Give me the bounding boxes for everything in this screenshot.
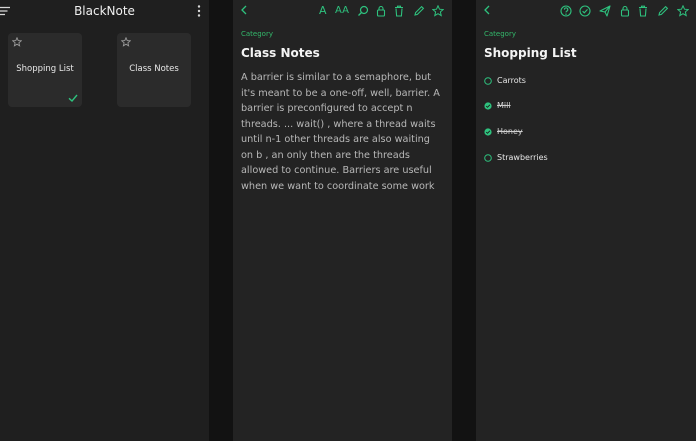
checklist-item-label: Mill <box>497 101 511 110</box>
star-icon[interactable] <box>12 37 22 47</box>
font-icon[interactable]: A <box>319 5 331 17</box>
more-vert-icon[interactable] <box>194 4 204 18</box>
checked-circle-icon[interactable] <box>484 102 492 110</box>
checkmark-icon <box>68 94 78 103</box>
checklist-item-label: Strawberries <box>497 153 548 162</box>
lock-icon[interactable] <box>619 5 631 17</box>
delete-icon[interactable] <box>637 5 649 17</box>
font-size-icon[interactable]: AA <box>335 5 351 17</box>
unchecked-circle-icon[interactable] <box>484 77 492 85</box>
checklist-item[interactable]: Strawberries <box>484 153 684 165</box>
checklist-item[interactable]: Mill <box>484 101 684 113</box>
checklist-item-label: Carrots <box>497 76 526 85</box>
checked-circle-icon[interactable] <box>484 128 492 136</box>
send-icon[interactable] <box>599 5 611 17</box>
checklist-item[interactable]: Honey <box>484 127 684 139</box>
help-icon[interactable] <box>560 5 572 17</box>
checklist-title[interactable]: Shopping List <box>484 46 577 60</box>
star-icon[interactable] <box>121 37 131 47</box>
note-category[interactable]: Category <box>241 30 273 38</box>
back-icon[interactable] <box>481 4 493 16</box>
star-icon[interactable] <box>432 5 444 17</box>
note-card-shopping-list[interactable]: Shopping List <box>8 33 82 107</box>
note-screen: A AA Category Class Notes A barrier is s… <box>233 0 452 441</box>
checklist-category[interactable]: Category <box>484 30 516 38</box>
edit-icon[interactable] <box>413 5 425 17</box>
checklist-item-label: Honey <box>497 127 523 136</box>
star-icon[interactable] <box>677 5 689 17</box>
note-card-title: Shopping List <box>16 64 74 74</box>
note-toolbar: A AA <box>233 0 452 22</box>
search-icon[interactable] <box>357 5 369 17</box>
note-title[interactable]: Class Notes <box>241 46 320 60</box>
checklist-item[interactable]: Carrots <box>484 76 684 88</box>
checklist-toolbar <box>476 0 696 22</box>
app-title: BlackNote <box>74 4 135 18</box>
note-body[interactable]: A barrier is similar to a semaphore, but… <box>241 70 445 194</box>
note-card-title: Class Notes <box>129 64 179 74</box>
edit-icon[interactable] <box>657 5 669 17</box>
check-circle-icon[interactable] <box>579 5 591 17</box>
back-icon[interactable] <box>238 4 250 16</box>
unchecked-circle-icon[interactable] <box>484 154 492 162</box>
delete-icon[interactable] <box>393 5 405 17</box>
note-card-class-notes[interactable]: Class Notes <box>117 33 191 107</box>
checklist-screen: Category Shopping List Carrots Mill Hone… <box>476 0 696 441</box>
lock-icon[interactable] <box>375 5 387 17</box>
home-screen: BlackNote Shopping List Class Notes <box>0 0 209 441</box>
home-app-bar: BlackNote <box>0 0 209 22</box>
